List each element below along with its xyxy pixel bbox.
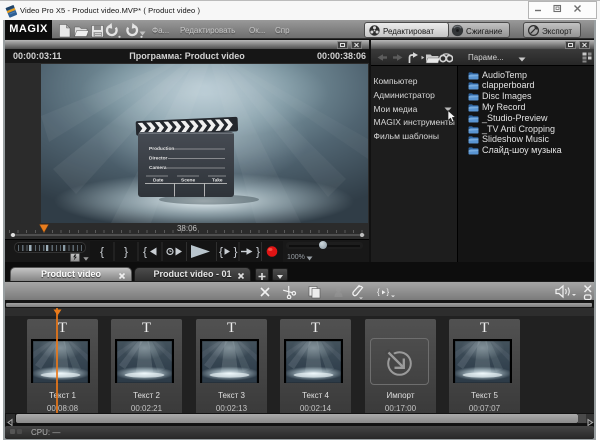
svg-text:{: { <box>100 245 104 259</box>
svg-text:Take: Take <box>212 178 223 184</box>
svg-text:{: { <box>219 245 223 259</box>
svg-text:}: } <box>233 245 237 259</box>
svg-text:Date: Date <box>153 178 164 184</box>
svg-text:Camera: Camera <box>149 165 167 171</box>
svg-text:Production: Production <box>149 146 174 152</box>
svg-text:}: } <box>387 288 390 297</box>
svg-text:Scene: Scene <box>181 178 195 184</box>
svg-text:Director: Director <box>149 156 168 162</box>
svg-text:}: } <box>256 245 260 259</box>
svg-text:{: { <box>143 245 147 259</box>
svg-text:{: { <box>377 288 380 297</box>
svg-text:}: } <box>124 245 128 259</box>
